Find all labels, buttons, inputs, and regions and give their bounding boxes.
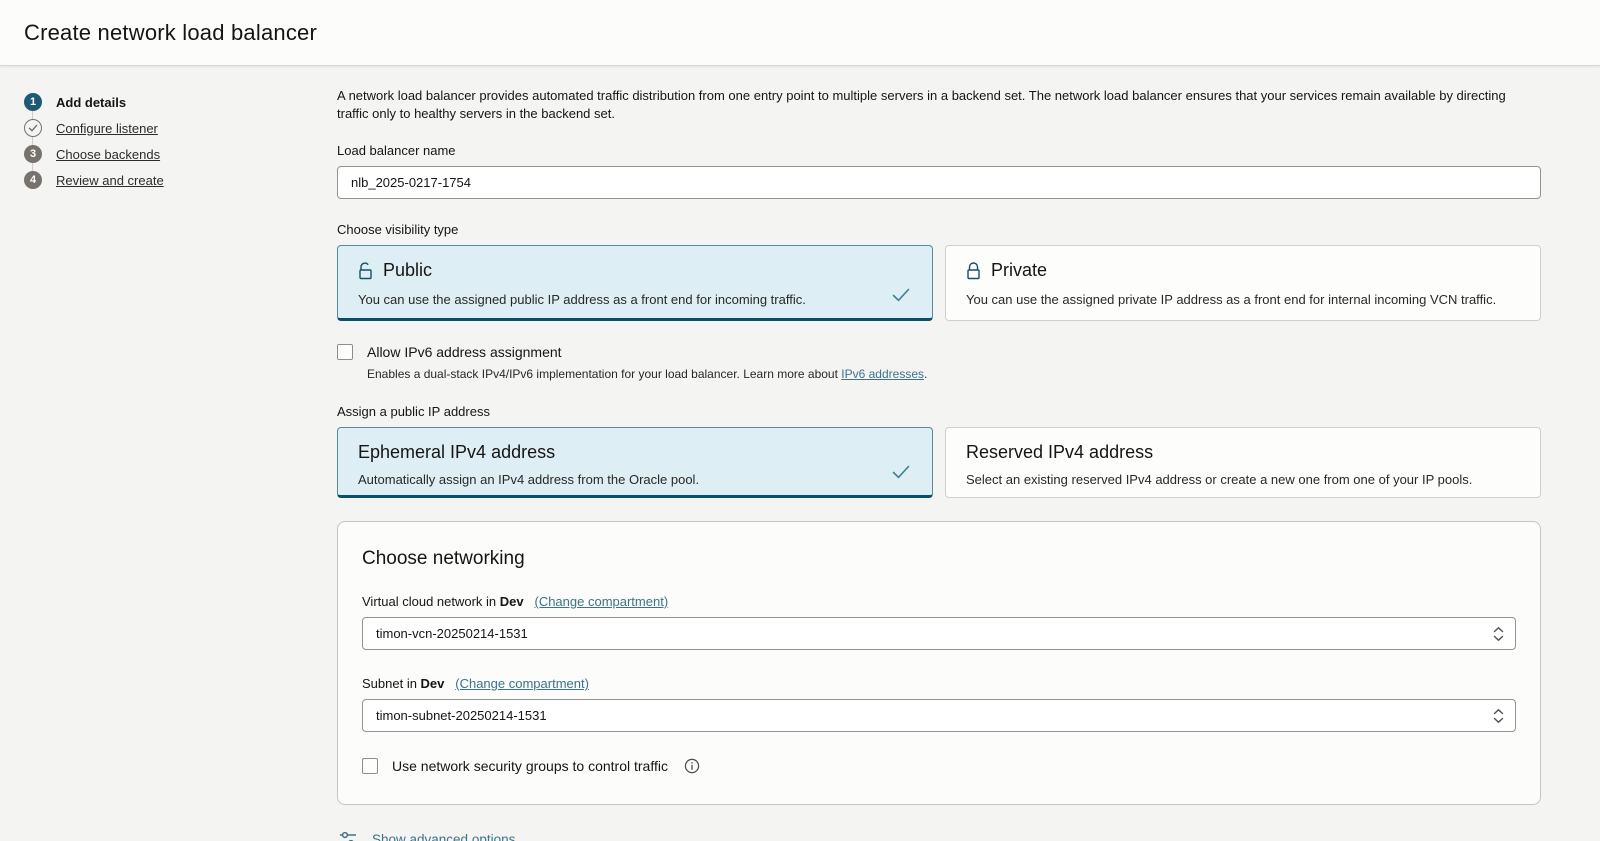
visibility-private-title: Private [991,260,1047,281]
page-header: Create network load balancer [0,0,1600,66]
chevron-updown-icon [1493,708,1504,724]
info-icon[interactable] [684,758,700,774]
visibility-label: Choose visibility type [337,222,1541,237]
ipv6-helper-period: . [924,367,927,381]
page-title: Create network load balancer [24,20,317,46]
step-choose-backends[interactable]: 3 Choose backends [24,141,337,167]
ipv6-helper-text: Enables a dual-stack IPv4/IPv6 implement… [367,367,841,381]
nsg-label: Use network security groups to control t… [392,758,668,774]
public-ip-cards: Ephemeral IPv4 address Automatically ass… [337,427,1541,498]
step-review-create[interactable]: 4 Review and create [24,167,337,193]
name-field-label: Load balancer name [337,143,1541,158]
ip-reserved-desc: Select an existing reserved IPv4 address… [966,472,1520,487]
subnet-compartment: Dev [421,676,445,691]
choose-networking-panel: Choose networking Virtual cloud network … [337,521,1541,805]
ip-reserved-title: Reserved IPv4 address [966,442,1153,463]
step-3-badge: 3 [24,145,42,163]
visibility-public-title: Public [383,260,432,281]
unlock-icon [358,262,373,280]
nsg-checkbox[interactable] [362,758,378,774]
visibility-option-public[interactable]: Public You can use the assigned public I… [337,245,933,321]
step-4-label[interactable]: Review and create [56,173,164,188]
load-balancer-name-input[interactable]: nlb_2025-0217-1754 [337,166,1541,199]
vcn-select[interactable]: timon-vcn-20250214-1531 [362,617,1516,650]
ipv6-row: Allow IPv6 address assignment [337,344,1541,360]
subnet-label-text: Subnet in [362,676,421,691]
selected-check-icon [892,465,910,479]
ipv6-helper: Enables a dual-stack IPv4/IPv6 implement… [367,367,1541,381]
vcn-select-value: timon-vcn-20250214-1531 [376,626,528,641]
selected-check-icon [892,288,910,302]
nsg-row: Use network security groups to control t… [362,758,1516,774]
add-details-form: A network load balancer provides automat… [337,87,1541,841]
advanced-options-row: Show advanced options [337,824,1541,841]
visibility-private-desc: You can use the assigned private IP addr… [966,292,1520,307]
vcn-change-compartment-link[interactable]: (Change compartment) [534,594,668,609]
ip-ephemeral-title: Ephemeral IPv4 address [358,442,555,463]
chevron-updown-icon [1493,626,1504,642]
networking-heading: Choose networking [362,548,1516,570]
load-balancer-name-value: nlb_2025-0217-1754 [351,175,471,190]
wizard-nav: 1 Add details Configure listener 3 Choos… [24,87,337,841]
visibility-option-private[interactable]: Private You can use the assigned private… [945,245,1541,321]
public-ip-label: Assign a public IP address [337,404,1541,419]
content-area: 1 Add details Configure listener 3 Choos… [0,66,1600,841]
ipv6-addresses-link[interactable]: IPv6 addresses [841,367,924,381]
lock-icon [966,262,981,280]
step-2-label[interactable]: Configure listener [56,121,158,136]
ip-option-ephemeral[interactable]: Ephemeral IPv4 address Automatically ass… [337,427,933,498]
ipv6-checkbox[interactable] [337,344,353,360]
ip-ephemeral-desc: Automatically assign an IPv4 address fro… [358,472,912,487]
vcn-label-text: Virtual cloud network in [362,594,500,609]
sliders-icon [339,830,358,841]
show-advanced-options-link[interactable]: Show advanced options [372,832,515,841]
visibility-public-desc: You can use the assigned public IP addre… [358,292,912,307]
step-4-badge: 4 [24,171,42,189]
subnet-select-value: timon-subnet-20250214-1531 [376,708,547,723]
step-3-label[interactable]: Choose backends [56,147,160,162]
vcn-compartment: Dev [500,594,524,609]
subnet-label: Subnet in Dev (Change compartment) [362,676,1516,691]
ip-option-reserved[interactable]: Reserved IPv4 address Select an existing… [945,427,1541,498]
vcn-label: Virtual cloud network in Dev (Change com… [362,594,1516,609]
step-1-badge: 1 [24,93,42,111]
step-2-check-icon [24,119,42,137]
step-1-label: Add details [56,95,126,110]
wizard-steps: 1 Add details Configure listener 3 Choos… [24,89,337,193]
subnet-select[interactable]: timon-subnet-20250214-1531 [362,699,1516,732]
intro-text: A network load balancer provides automat… [337,87,1527,123]
step-configure-listener[interactable]: Configure listener [24,115,337,141]
step-add-details: 1 Add details [24,89,337,115]
subnet-change-compartment-link[interactable]: (Change compartment) [455,676,589,691]
visibility-cards: Public You can use the assigned public I… [337,245,1541,321]
ipv6-label: Allow IPv6 address assignment [367,344,562,360]
